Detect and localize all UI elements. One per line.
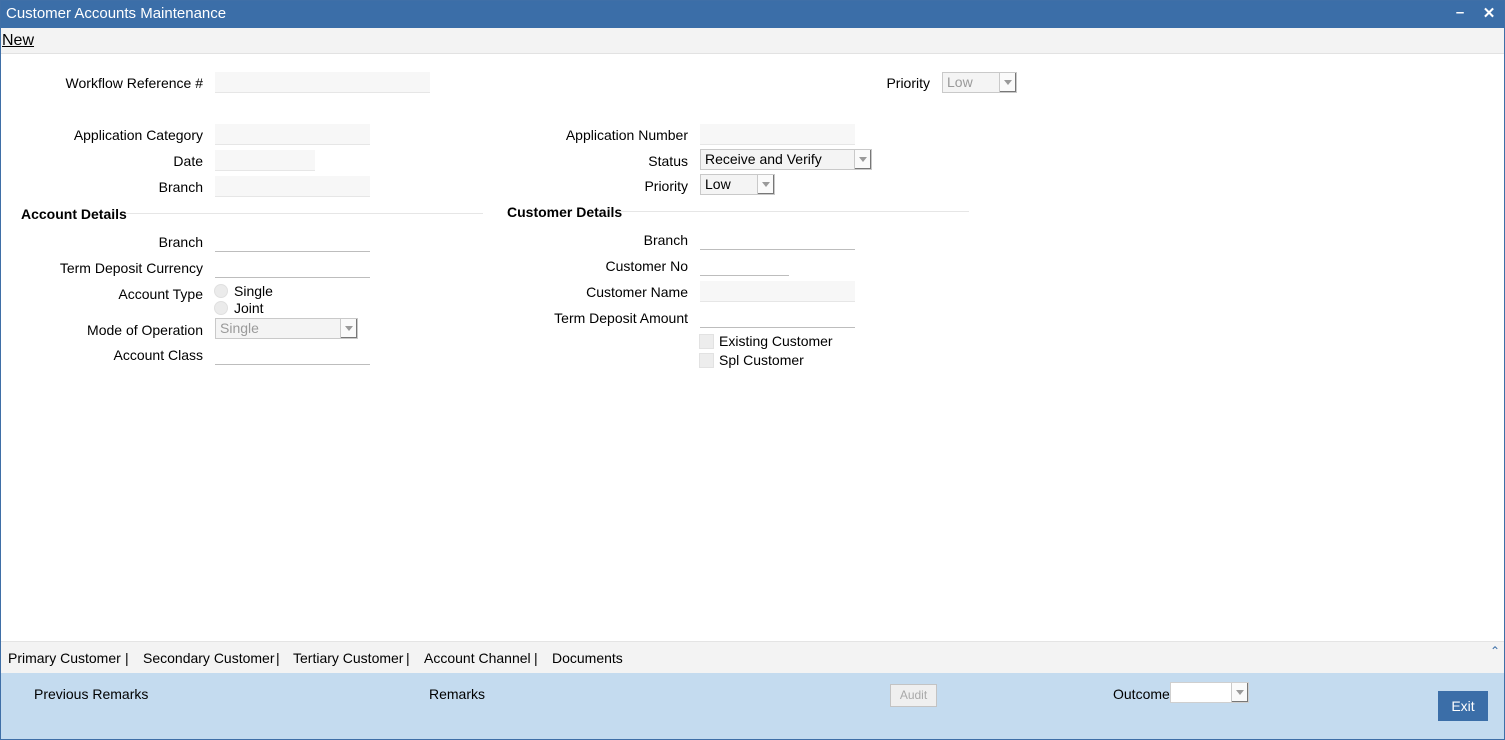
chevron-down-icon: [340, 319, 357, 338]
spl-customer-label: Spl Customer: [719, 352, 804, 368]
account-type-single-label: Single: [234, 283, 273, 299]
divider: [619, 211, 969, 212]
tab-separator: |: [406, 650, 410, 666]
account-branch-input[interactable]: [215, 231, 370, 252]
workflow-ref-input[interactable]: [215, 72, 430, 93]
chevron-down-icon: [1231, 683, 1248, 702]
tab-separator: |: [276, 650, 280, 666]
divider: [126, 213, 483, 214]
account-class-input[interactable]: [215, 344, 370, 365]
window-title: Customer Accounts Maintenance: [6, 5, 227, 22]
application-number-label: Application Number: [565, 127, 688, 143]
outcome-label: Outcome: [1113, 686, 1170, 702]
application-priority-value: Low: [705, 176, 731, 192]
exit-button[interactable]: Exit: [1438, 691, 1488, 721]
account-type-single-radio[interactable]: [214, 284, 228, 298]
existing-customer-label: Existing Customer: [719, 333, 833, 349]
account-type-label: Account Type: [118, 286, 203, 302]
close-icon[interactable]: ✕: [1480, 4, 1498, 24]
mode-of-operation-value: Single: [220, 320, 259, 336]
customer-details-heading: Customer Details: [507, 204, 623, 220]
customer-branch-input[interactable]: [700, 229, 855, 250]
remarks-link[interactable]: Remarks: [429, 686, 485, 702]
chevron-down-icon: [854, 150, 871, 169]
customer-name-input[interactable]: [700, 281, 855, 302]
workflow-ref-label: Workflow Reference #: [65, 75, 203, 91]
application-branch-input[interactable]: [215, 176, 370, 197]
td-currency-input[interactable]: [215, 257, 370, 278]
spl-customer-checkbox[interactable]: [699, 353, 714, 368]
customer-name-label: Customer Name: [586, 284, 688, 300]
previous-remarks-link[interactable]: Previous Remarks: [34, 686, 148, 702]
title-bar: Customer Accounts Maintenance – ✕: [1, 1, 1504, 28]
header-priority-select[interactable]: Low: [942, 72, 1017, 93]
minimize-icon[interactable]: –: [1451, 4, 1469, 24]
account-branch-label: Branch: [158, 234, 203, 250]
application-branch-label: Branch: [158, 179, 203, 195]
status-value: Receive and Verify: [705, 151, 822, 167]
tab-documents[interactable]: Documents: [552, 650, 623, 666]
header-priority-value: Low: [947, 74, 973, 90]
customer-no-input[interactable]: [700, 255, 789, 276]
application-priority-select[interactable]: Low: [700, 174, 775, 195]
td-currency-label: Term Deposit Currency: [59, 260, 203, 276]
existing-customer-checkbox[interactable]: [699, 334, 714, 349]
date-label: Date: [173, 153, 203, 169]
header-priority-label: Priority: [886, 75, 930, 91]
application-number-input[interactable]: [700, 124, 855, 145]
mode-of-operation-select[interactable]: Single: [215, 318, 358, 339]
customer-no-label: Customer No: [605, 258, 688, 274]
subscreen-tabs: Primary Customer | Secondary Customer | …: [1, 641, 1504, 674]
application-category-input[interactable]: [215, 124, 370, 145]
chevron-down-icon: [757, 175, 774, 194]
account-type-joint-label: Joint: [234, 300, 264, 316]
chevron-down-icon: [999, 73, 1016, 92]
application-category-label: Application Category: [73, 127, 203, 143]
tab-secondary-customer[interactable]: Secondary Customer: [143, 650, 275, 666]
window-frame: Customer Accounts Maintenance – ✕ New Wo…: [0, 0, 1505, 740]
collapse-up-icon[interactable]: ⌃: [1490, 644, 1500, 658]
tab-separator: |: [534, 650, 538, 666]
tab-tertiary-customer[interactable]: Tertiary Customer: [293, 650, 403, 666]
menu-bar: New: [1, 28, 1504, 54]
outcome-select[interactable]: [1170, 682, 1249, 703]
footer-panel: Previous Remarks Remarks Audit Outcome E…: [1, 673, 1504, 739]
tab-separator: |: [125, 650, 129, 666]
audit-button[interactable]: Audit: [890, 684, 937, 707]
account-details-heading: Account Details: [21, 206, 127, 222]
status-select[interactable]: Receive and Verify: [700, 149, 872, 170]
account-class-label: Account Class: [113, 347, 203, 363]
date-input[interactable]: [215, 150, 315, 171]
new-link[interactable]: New: [2, 32, 34, 50]
account-type-joint-radio[interactable]: [214, 301, 228, 315]
customer-branch-label: Branch: [643, 232, 688, 248]
status-label: Status: [648, 153, 688, 169]
td-amount-input[interactable]: [700, 307, 855, 328]
tab-primary-customer[interactable]: Primary Customer: [8, 650, 121, 666]
tab-account-channel[interactable]: Account Channel: [424, 650, 531, 666]
mode-of-operation-label: Mode of Operation: [87, 322, 203, 338]
td-amount-label: Term Deposit Amount: [554, 310, 688, 326]
application-priority-label: Priority: [644, 178, 688, 194]
